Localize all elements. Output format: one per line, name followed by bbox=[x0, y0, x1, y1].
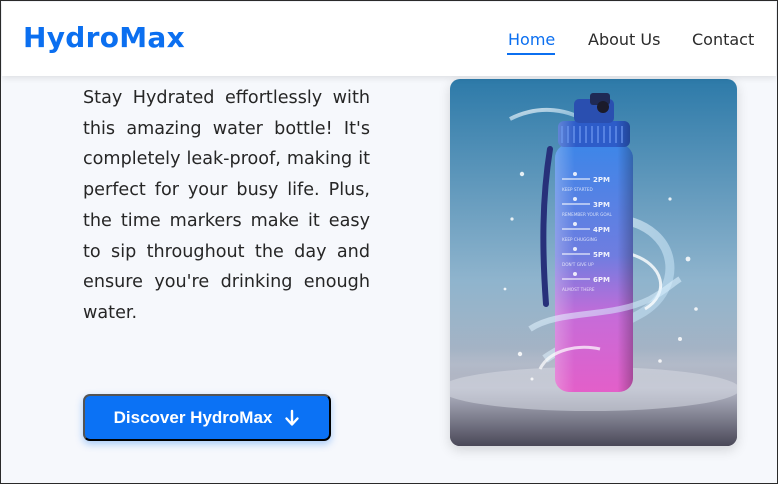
bottle-marker-time: 5PM bbox=[593, 251, 610, 259]
page: HydroMax Home About Us Contact Stay Hydr… bbox=[0, 0, 778, 484]
brand-logo[interactable]: HydroMax bbox=[23, 21, 185, 54]
bottle-marker-time: 2PM bbox=[593, 176, 610, 184]
bottle-marker-note: DON'T GIVE UP bbox=[562, 262, 594, 267]
navbar: HydroMax Home About Us Contact bbox=[2, 2, 776, 76]
nav-link-about-us[interactable]: About Us bbox=[588, 30, 660, 49]
arrow-down-icon bbox=[284, 409, 300, 427]
bottle-marker-note: ALMOST THERE bbox=[562, 287, 595, 292]
nav-link-contact[interactable]: Contact bbox=[692, 30, 754, 49]
active-nav-indicator bbox=[507, 53, 555, 55]
discover-hydromax-button[interactable]: Discover HydroMax bbox=[83, 394, 331, 441]
bottle-marker-note: KEEP STARTED bbox=[562, 187, 593, 192]
product-image: 2PM 3PM 4PM 5PM 6PM KEEP STARTED REMEMBE… bbox=[450, 79, 737, 446]
bottle-marker-note: REMEMBER YOUR GOAL bbox=[562, 212, 612, 217]
bottle-marker-note: KEEP CHUGGING bbox=[562, 237, 597, 242]
nav-link-home[interactable]: Home bbox=[508, 30, 555, 49]
bottle-marker-time: 3PM bbox=[593, 201, 610, 209]
bottle-marker-time: 6PM bbox=[593, 276, 610, 284]
discover-button-label: Discover HydroMax bbox=[113, 407, 273, 427]
hero-description: Stay Hydrated effortlessly with this ama… bbox=[83, 88, 370, 323]
bottle-marker-time: 4PM bbox=[593, 226, 610, 234]
